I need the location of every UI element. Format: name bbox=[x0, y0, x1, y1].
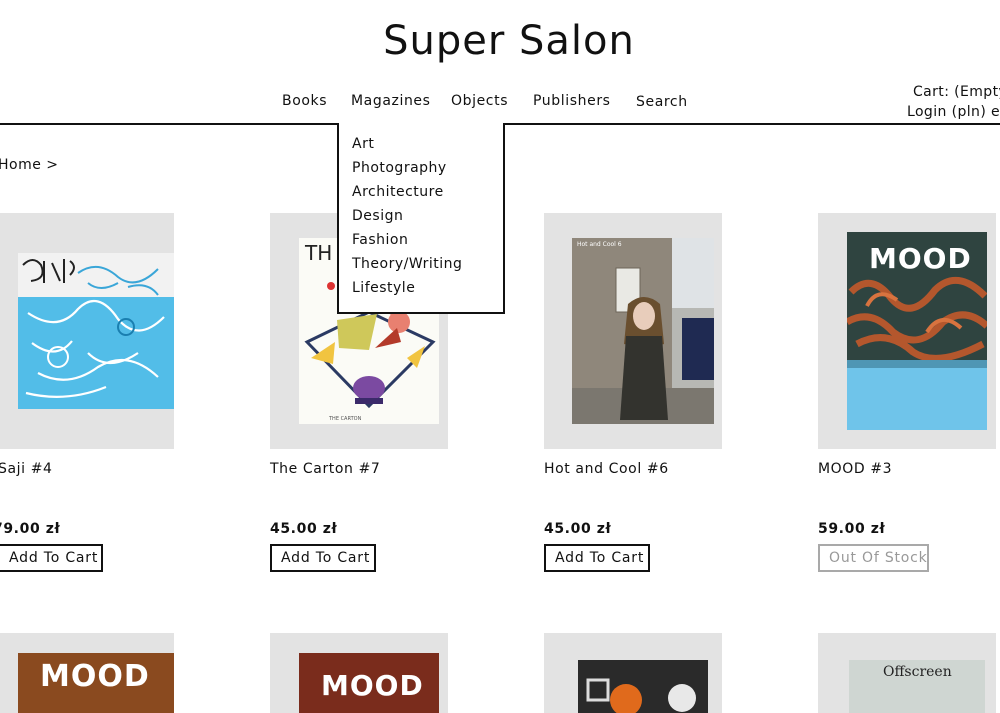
product-image-row2-4[interactable]: Offscreen bbox=[818, 633, 996, 713]
product-image-saji[interactable] bbox=[0, 213, 174, 449]
row2-cover-3-art bbox=[586, 678, 696, 713]
svg-text:THE CARTON: THE CARTON bbox=[328, 416, 362, 422]
product-price: 45.00 zł bbox=[544, 521, 612, 537]
out-of-stock-button: Out Of Stock bbox=[818, 544, 929, 572]
nav-objects[interactable]: Objects bbox=[451, 93, 508, 109]
cart-link[interactable]: Cart: (Empty) bbox=[913, 82, 1000, 102]
mood-cover-title: MOOD bbox=[321, 669, 424, 702]
magazines-dropdown: Art Photography Architecture Design Fash… bbox=[337, 123, 505, 314]
breadcrumb[interactable]: Home > bbox=[0, 157, 59, 173]
dropdown-item-art[interactable]: Art bbox=[352, 136, 374, 152]
hot-and-cool-cover-title: Hot and Cool 6 bbox=[577, 241, 622, 248]
nav-magazines[interactable]: Magazines bbox=[351, 93, 431, 109]
mood-cover: MOOD bbox=[299, 653, 439, 713]
login-link[interactable]: Login (pln) eu bbox=[907, 102, 1000, 122]
dropdown-item-architecture[interactable]: Architecture bbox=[352, 184, 444, 200]
hot-and-cool-cover: Hot and Cool 6 bbox=[572, 238, 714, 424]
product-price: 59.00 zł bbox=[818, 521, 886, 537]
product-image-row2-1[interactable]: MOOD bbox=[0, 633, 174, 713]
product-image-mood-3[interactable]: MOOD bbox=[818, 213, 996, 449]
offscreen-cover: Offscreen bbox=[849, 660, 985, 713]
product-title[interactable]: Hot and Cool #6 bbox=[544, 461, 669, 477]
offscreen-cover-title: Offscreen bbox=[883, 664, 952, 680]
hot-and-cool-cover-photo bbox=[572, 238, 714, 424]
row2-cover-3 bbox=[578, 660, 708, 713]
product-title[interactable]: MOOD #3 bbox=[818, 461, 892, 477]
nav-publishers[interactable]: Publishers bbox=[533, 93, 611, 109]
dropdown-item-theory-writing[interactable]: Theory/Writing bbox=[352, 256, 462, 272]
mood-3-cover: MOOD bbox=[847, 232, 987, 430]
dropdown-item-fashion[interactable]: Fashion bbox=[352, 232, 408, 248]
product-price: 79.00 zł bbox=[0, 521, 61, 537]
dropdown-item-lifestyle[interactable]: Lifestyle bbox=[352, 280, 415, 296]
svg-text:TH: TH bbox=[304, 241, 332, 265]
product-image-row2-2[interactable]: MOOD bbox=[270, 633, 448, 713]
add-to-cart-button[interactable]: Add To Cart bbox=[270, 544, 376, 572]
mood-cover-title: MOOD bbox=[40, 659, 150, 694]
nav-search[interactable]: Search bbox=[636, 94, 688, 110]
product-image-row2-3[interactable] bbox=[544, 633, 722, 713]
mood-3-cover-title: MOOD bbox=[869, 242, 972, 275]
mood-cover: MOOD bbox=[18, 653, 174, 713]
product-title[interactable]: The Carton #7 bbox=[270, 461, 380, 477]
dropdown-item-photography[interactable]: Photography bbox=[352, 160, 447, 176]
account-box: Cart: (Empty) Login (pln) eu bbox=[898, 82, 1000, 122]
add-to-cart-button[interactable]: Add To Cart bbox=[0, 544, 103, 572]
add-to-cart-button[interactable]: Add To Cart bbox=[544, 544, 650, 572]
site-logo[interactable]: Super Salon bbox=[0, 18, 1000, 64]
product-title[interactable]: Saji #4 bbox=[0, 461, 53, 477]
saji-cover-art bbox=[18, 253, 174, 409]
product-price: 45.00 zł bbox=[270, 521, 338, 537]
saji-cover bbox=[18, 253, 174, 409]
nav-books[interactable]: Books bbox=[282, 93, 327, 109]
product-image-hot-and-cool[interactable]: Hot and Cool 6 bbox=[544, 213, 722, 449]
dropdown-item-design[interactable]: Design bbox=[352, 208, 403, 224]
